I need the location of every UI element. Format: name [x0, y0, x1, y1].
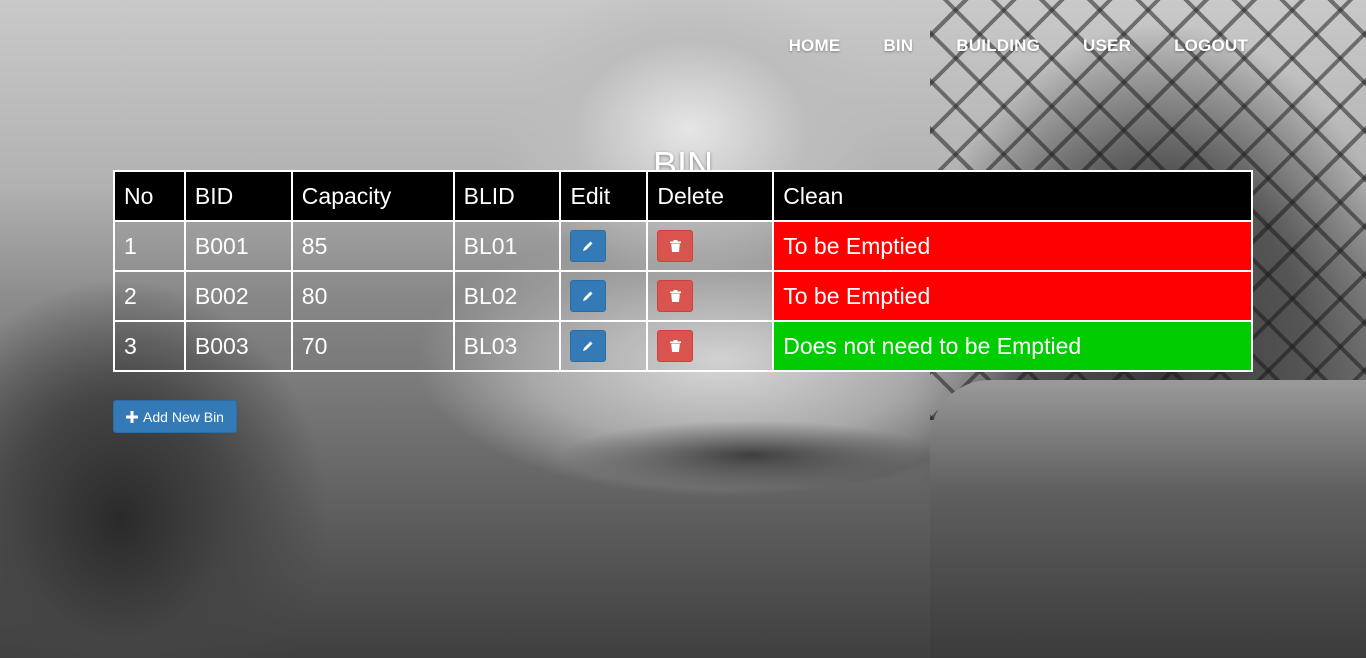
cell-capacity: 80 [290, 270, 455, 322]
add-new-bin-button[interactable]: Add New Bin [113, 400, 237, 433]
header-delete: Delete [646, 170, 775, 222]
nav-building[interactable]: BUILDING [956, 36, 1040, 56]
nav-logout[interactable]: LOGOUT [1174, 36, 1248, 56]
cell-delete [646, 320, 775, 372]
edit-button[interactable] [570, 230, 607, 262]
cell-blid: BL02 [452, 270, 562, 322]
cell-bid: B002 [183, 270, 293, 322]
pencil-icon [583, 241, 593, 251]
cell-edit [559, 320, 649, 372]
plus-icon [126, 410, 139, 423]
pencil-icon [583, 341, 593, 351]
edit-button[interactable] [570, 280, 607, 312]
nav-bin[interactable]: BIN [883, 36, 913, 56]
basket-rim-decoration [930, 380, 1366, 658]
table-row: 1 B001 85 BL01 To be Emptied [113, 220, 1253, 272]
table-row: 2 B002 80 BL02 To be Emptied [113, 270, 1253, 322]
cell-delete [646, 270, 775, 322]
header-no: No [113, 170, 186, 222]
cell-bid: B003 [183, 320, 293, 372]
cell-edit [559, 270, 649, 322]
header-edit: Edit [559, 170, 649, 222]
cell-capacity: 85 [290, 220, 455, 272]
cell-blid: BL01 [452, 220, 562, 272]
nav-user[interactable]: USER [1083, 36, 1131, 56]
top-nav: HOME BIN BUILDING USER LOGOUT [789, 36, 1248, 56]
cell-no: 2 [113, 270, 186, 322]
table-header-row: No BID Capacity BLID Edit Delete Clean [113, 170, 1253, 222]
add-new-bin-label: Add New Bin [143, 408, 224, 425]
cell-edit [559, 220, 649, 272]
table-row: 3 B003 70 BL03 Does not need to be Empti… [113, 320, 1253, 372]
nav-home[interactable]: HOME [789, 36, 841, 56]
edit-button[interactable] [570, 330, 607, 362]
trash-icon [669, 240, 681, 252]
cell-clean-status: To be Emptied [772, 220, 1253, 272]
trash-icon [669, 340, 681, 352]
cell-clean-status: To be Emptied [772, 270, 1253, 322]
cell-no: 3 [113, 320, 186, 372]
header-bid: BID [183, 170, 293, 222]
bin-table: No BID Capacity BLID Edit Delete Clean 1… [113, 170, 1253, 372]
cell-capacity: 70 [290, 320, 455, 372]
cell-blid: BL03 [452, 320, 562, 372]
delete-button[interactable] [657, 230, 694, 262]
cell-no: 1 [113, 220, 186, 272]
delete-button[interactable] [657, 280, 694, 312]
trash-icon [669, 290, 681, 302]
pencil-icon [583, 291, 593, 301]
cell-delete [646, 220, 775, 272]
header-blid: BLID [452, 170, 562, 222]
cell-bid: B001 [183, 220, 293, 272]
cell-clean-status: Does not need to be Emptied [772, 320, 1253, 372]
paper-shadow-decoration [560, 420, 940, 490]
delete-button[interactable] [657, 330, 694, 362]
header-clean: Clean [772, 170, 1253, 222]
header-capacity: Capacity [290, 170, 455, 222]
